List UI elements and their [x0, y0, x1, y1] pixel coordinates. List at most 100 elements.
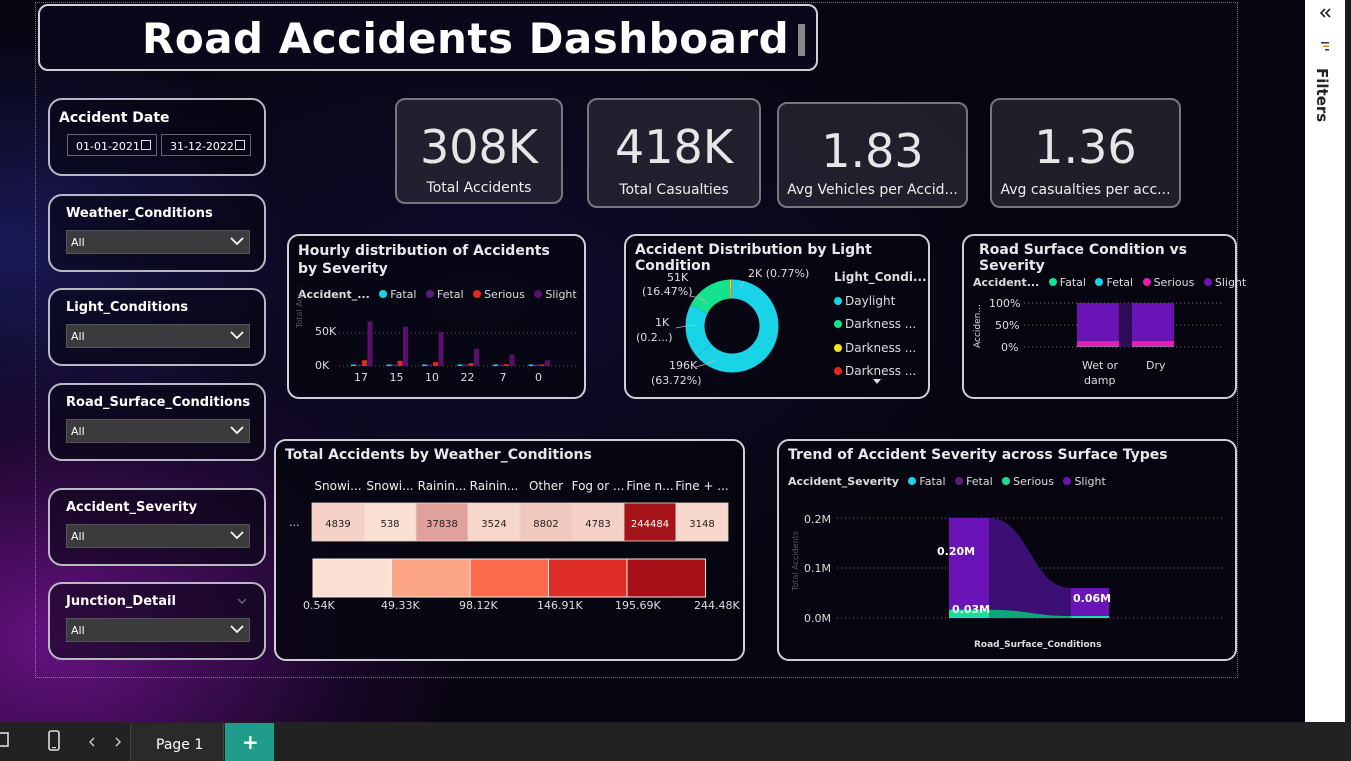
legend-gradient-block — [391, 558, 471, 598]
hourly-bar-chart: 17 15 10 22 7 0 — [339, 321, 579, 384]
scale-label: 98.12K — [459, 599, 498, 612]
x-axis-label: Road_Surface_Conditions — [974, 640, 1102, 650]
bar-fetal — [356, 364, 362, 366]
page-title: Road Accidents Dashboard — [142, 14, 790, 63]
chevron-down-icon — [230, 426, 244, 435]
scale-label: 195.69K — [615, 599, 661, 612]
previous-page-icon[interactable] — [87, 737, 97, 747]
donut-label: (0.2...) — [636, 331, 673, 344]
legend-item: Darkness ... — [845, 364, 917, 378]
x-tick-label: damp — [1084, 374, 1116, 387]
title-bar-decoration — [798, 24, 805, 56]
desktop-layout-icon[interactable] — [0, 731, 10, 751]
slicer-light: Light_Conditions All — [48, 288, 266, 366]
x-tick-label: 7 — [500, 371, 507, 384]
column-header: Other — [529, 479, 563, 493]
bar-slight — [403, 326, 408, 366]
x-tick-label: 17 — [354, 371, 368, 384]
bar-segment-slight — [1132, 303, 1174, 341]
date-slicer-label: Accident Date — [59, 110, 170, 126]
next-page-icon[interactable] — [113, 737, 123, 747]
light-chart-card[interactable]: Accident Distribution by Light Condition… — [624, 234, 930, 399]
weather-chart-card[interactable]: Total Accidents by Weather_Conditions ..… — [274, 439, 745, 661]
chevron-down-icon[interactable] — [236, 596, 248, 606]
chevron-down-icon — [230, 531, 244, 540]
collapse-double-chevron-icon[interactable] — [1318, 7, 1332, 19]
bar-slight — [367, 321, 373, 366]
donut-label: 1K — [655, 316, 670, 329]
kpi-total-accidents[interactable]: 308K Total Accidents — [395, 98, 563, 204]
tab-label: Page 1 — [156, 737, 204, 753]
slicer-label: Junction_Detail — [66, 594, 176, 609]
legend-gradient-block — [312, 558, 392, 598]
legend-scroll-down-icon[interactable] — [872, 378, 882, 385]
calendar-icon[interactable] — [141, 140, 151, 150]
kpi-value: 308K — [420, 120, 538, 174]
slicer-label: Accident_Severity — [66, 500, 198, 515]
chevron-down-icon — [230, 237, 244, 246]
start-date-input[interactable]: 01-01-2021 — [67, 134, 157, 156]
trend-chart-card[interactable]: Trend of Accident Severity across Surfac… — [777, 439, 1237, 661]
slicer-weather: Weather_Conditions All — [48, 194, 266, 272]
cell-value: 3524 — [481, 519, 506, 530]
scale-label: 146.91K — [537, 599, 583, 612]
bar-slight — [438, 331, 444, 366]
legend-title: Light_Condi... — [834, 270, 927, 284]
weather-dropdown[interactable]: All — [66, 230, 250, 254]
bar-serious — [362, 360, 367, 366]
column-header: Snowi... — [314, 479, 361, 493]
donut-label: (16.47%) — [642, 285, 693, 298]
surface-dropdown[interactable]: All — [66, 419, 250, 443]
bar-segment-serious — [1077, 340, 1119, 347]
bar-slight — [509, 354, 515, 366]
dropdown-value: All — [71, 425, 85, 438]
bar-serious — [397, 360, 403, 366]
legend-item: Darkness ... — [845, 317, 917, 331]
filters-label[interactable]: Filters — [1313, 68, 1331, 122]
scrollbar[interactable] — [1345, 0, 1351, 761]
end-date-input[interactable]: 31-12-2022 — [161, 134, 251, 156]
kpi-value: 418K — [615, 120, 733, 174]
bar-segment-slight — [1077, 303, 1119, 341]
column-header: Fine n... — [626, 479, 673, 493]
bar-fetal — [534, 364, 539, 366]
calendar-icon[interactable] — [235, 140, 245, 150]
bar-serious — [433, 361, 438, 366]
scale-label: 244.48K — [694, 599, 740, 612]
x-tick-label: Wet or — [1082, 359, 1119, 372]
bar-fatal — [386, 364, 392, 366]
slicer-junction: Junction_Detail All — [48, 582, 266, 660]
start-date-value: 01-01-2021 — [76, 140, 140, 153]
surface-chart-card[interactable]: Road Surface Condition vs Severity Accid… — [962, 234, 1246, 399]
kpi-avg-vehicles[interactable]: 1.83 Avg Vehicles per Accid... — [777, 102, 968, 208]
bar-fatal — [457, 364, 463, 366]
light-legend: Light_Condi... Daylight Darkness ... Dar… — [834, 266, 927, 384]
cell-value: 244484 — [631, 519, 669, 530]
column-header: Rainin... — [418, 479, 467, 493]
donut-label: (63.72%) — [651, 374, 702, 387]
kpi-value: 1.83 — [821, 124, 924, 178]
bar-fatal — [528, 364, 534, 366]
cell-value: 4783 — [585, 519, 610, 530]
kpi-total-casualties[interactable]: 418K Total Casualties — [587, 98, 761, 208]
bar-serious — [539, 364, 545, 366]
plus-icon: + — [242, 730, 259, 754]
cell-value: 8802 — [533, 519, 558, 530]
severity-dropdown[interactable]: All — [66, 524, 250, 548]
x-tick-label: 10 — [425, 371, 439, 384]
kpi-avg-casualties[interactable]: 1.36 Avg casualties per acc... — [990, 98, 1181, 208]
cell-value: 37838 — [426, 519, 458, 530]
light-dropdown[interactable]: All — [66, 324, 250, 348]
add-page-button[interactable]: + — [225, 723, 274, 761]
slicer-label: Weather_Conditions — [66, 206, 213, 221]
tab-page-1[interactable]: Page 1 — [130, 723, 224, 761]
kpi-caption: Avg casualties per acc... — [1000, 182, 1171, 198]
x-tick-label: Dry — [1146, 359, 1166, 372]
bar-segment-serious — [1132, 340, 1174, 347]
hourly-chart-card[interactable]: Hourly distribution of Accidents by Seve… — [287, 234, 586, 399]
kpi-caption: Total Casualties — [619, 182, 729, 198]
ribbon — [1119, 303, 1132, 347]
mobile-layout-icon[interactable] — [47, 730, 61, 752]
junction-dropdown[interactable]: All — [66, 618, 250, 642]
filter-icon[interactable] — [1320, 40, 1330, 52]
